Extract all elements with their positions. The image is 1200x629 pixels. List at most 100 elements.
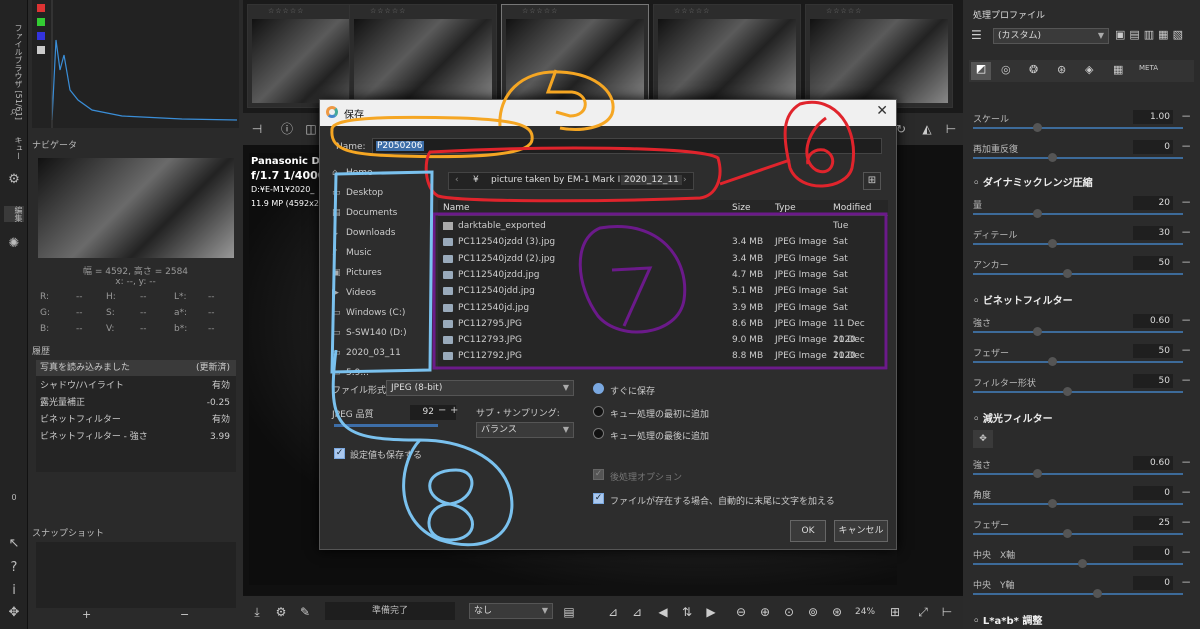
queue-options-checkbox[interactable]: ✓ — [593, 469, 604, 480]
drc_rows-row[interactable]: ディテール 30− — [973, 225, 1193, 248]
drc_rows-reset-button[interactable]: − — [1181, 255, 1191, 269]
file-row[interactable]: PC112540jdd.jpg 5.1 MB JPEG Image Sat — [438, 283, 888, 299]
grad_rows-row[interactable]: フェザー 25− — [973, 515, 1193, 538]
grad_rows-row[interactable]: 角度 0− — [973, 485, 1193, 508]
grad_rows-row[interactable]: 中央 Y軸 0− — [973, 575, 1193, 598]
queue-gear-icon[interactable]: ⚙ — [273, 604, 289, 620]
info-icon[interactable]: i — [6, 583, 22, 599]
place-item[interactable]: ⌂ Home — [332, 164, 432, 182]
column-name[interactable]: Name — [443, 203, 470, 213]
drc_rows-value[interactable]: 20 — [1133, 196, 1173, 210]
drc_rows-slider-knob[interactable] — [1063, 269, 1072, 278]
grad_rows-value[interactable]: 0.60 — [1133, 456, 1173, 470]
new-folder-icon[interactable]: ⊞ — [863, 172, 881, 190]
rows1-slider-track[interactable] — [973, 127, 1183, 129]
raw-tab-icon[interactable]: ▦ — [1113, 63, 1123, 76]
file-row[interactable]: PC112793.JPG 9.0 MB JPEG Image 11 Dec 2020 — [438, 332, 888, 361]
grad_rows-slider-knob[interactable] — [1063, 529, 1072, 538]
drc_rows-slider-track[interactable] — [973, 213, 1183, 215]
rows1-row[interactable]: 再加重反復 0− — [973, 139, 1193, 162]
grad_rows-slider-track[interactable] — [973, 593, 1183, 595]
crumb-current[interactable]: 2020_12_11 — [621, 175, 682, 185]
grad_rows-reset-button[interactable]: − — [1181, 485, 1191, 499]
exposure-tab-icon[interactable]: ◩ — [971, 62, 991, 80]
vignette_rows-row[interactable]: フィルター形状 50− — [973, 373, 1193, 396]
file-row[interactable]: PC112540jzdd (2).jpg 3.4 MB JPEG Image Sat — [438, 251, 888, 267]
grad_rows-row[interactable]: 中央 X軸 0− — [973, 545, 1193, 568]
advanced-tab-icon[interactable]: ⊛ — [1057, 63, 1066, 76]
grad_rows-slider-track[interactable] — [973, 503, 1183, 505]
remove-snapshot-button[interactable]: − — [180, 608, 189, 621]
vignette_rows-slider-knob[interactable] — [1048, 357, 1057, 366]
rows1-row[interactable]: スケール 1.00− — [973, 109, 1193, 132]
place-item[interactable]: ▣ Pictures — [332, 264, 432, 282]
file-row[interactable]: darktable_exported Tue — [438, 218, 888, 234]
crumb-root[interactable]: ¥ — [473, 175, 479, 185]
zoom-fit-icon[interactable]: ⊙ — [781, 604, 797, 620]
file-row[interactable]: PC112540jzdd (3).jpg 3.4 MB JPEG Image Sat — [438, 234, 888, 250]
navigator-preview[interactable] — [38, 158, 234, 258]
sync-icon[interactable]: ⇅ — [679, 604, 695, 620]
ok-button[interactable]: OK — [790, 520, 826, 542]
grad_rows-slider-knob[interactable] — [1048, 499, 1057, 508]
column-modified[interactable]: Modified — [833, 203, 871, 213]
help-icon[interactable]: ? — [6, 560, 22, 576]
history-item[interactable]: ビネットフィルター - 強さ 3.99 — [36, 429, 236, 445]
vignette_rows-reset-button[interactable]: − — [1181, 313, 1191, 327]
grad_rows-reset-button[interactable]: − — [1181, 575, 1191, 589]
info-circle-icon[interactable]: ⓘ — [279, 121, 295, 137]
save-icon[interactable]: ⤓ — [249, 604, 265, 620]
file-row[interactable]: PC112792.JPG 8.8 MB JPEG Image 11 Dec 2020 — [438, 348, 888, 368]
history-item[interactable]: 写真を読み込みました (更新済) — [36, 360, 236, 376]
next-image-icon[interactable]: ▶ — [703, 604, 719, 620]
film-thumbnail[interactable]: ☆☆☆☆☆ — [653, 4, 801, 108]
zoom-fill-icon[interactable]: ⊛ — [829, 604, 845, 620]
grad_rows-reset-button[interactable]: − — [1181, 515, 1191, 529]
filter-select[interactable]: なし ▼ — [469, 603, 553, 619]
aperture-icon[interactable]: ✺ — [6, 236, 22, 252]
drc_rows-slider-knob[interactable] — [1033, 209, 1042, 218]
zoom-in-icon[interactable]: ⊕ — [757, 604, 773, 620]
rows1-reset-button[interactable]: − — [1181, 139, 1191, 153]
rows1-reset-button[interactable]: − — [1181, 109, 1191, 123]
vignette_rows-value[interactable]: 50 — [1133, 374, 1173, 388]
vignette_rows-slider-knob[interactable] — [1033, 327, 1042, 336]
drc_rows-slider-knob[interactable] — [1048, 239, 1057, 248]
vignette_rows-reset-button[interactable]: − — [1181, 343, 1191, 357]
place-item[interactable]: ▶ Videos — [332, 284, 432, 302]
place-item[interactable]: ▭ S-SW140 (D:) — [332, 324, 432, 342]
history-item[interactable]: ビネットフィルター 有効 — [36, 412, 236, 428]
film-thumbnail-selected[interactable]: ☆☆☆☆☆ — [501, 4, 649, 108]
edit-tab[interactable]: 編集 — [4, 206, 24, 222]
place-item[interactable]: ▭ Desktop — [332, 184, 432, 202]
add-snapshot-button[interactable]: + — [82, 608, 91, 621]
panel-toggle-icon[interactable]: ⊢ — [943, 121, 959, 137]
jpeg-quality-slider[interactable] — [334, 424, 438, 427]
save-now-radio[interactable] — [593, 383, 604, 394]
detail-tab-icon[interactable]: ◎ — [1001, 63, 1011, 76]
place-item[interactable]: ▤ Documents — [332, 204, 432, 222]
rows1-slider-track[interactable] — [973, 157, 1183, 159]
vignette_rows-reset-button[interactable]: − — [1181, 373, 1191, 387]
drc_rows-slider-track[interactable] — [973, 243, 1183, 245]
crumb-folder[interactable]: picture taken by EM-1 Mark II — [491, 175, 623, 185]
file-row[interactable]: PC112540jd.jpg 3.9 MB JPEG Image Sat — [438, 300, 888, 316]
move-icon[interactable]: ✥ — [6, 605, 22, 621]
profile-list-icon[interactable]: ☰ — [971, 28, 987, 44]
file-row[interactable]: PC112540jzdd.jpg 4.7 MB JPEG Image Sat — [438, 267, 888, 283]
editor-icon[interactable]: ✎ — [297, 604, 313, 620]
sharpen-mask-icon[interactable]: ◭ — [919, 121, 935, 137]
vignette_rows-row[interactable]: フェザー 50− — [973, 343, 1193, 366]
file-row[interactable]: PC112795.JPG 8.6 MB JPEG Image 11 Dec 2020 — [438, 316, 888, 345]
lab-section-title[interactable]: ◦ L*a*b* 調整 — [973, 612, 1042, 627]
auto-suffix-checkbox[interactable]: ✓ — [593, 493, 604, 504]
profile-action-icons[interactable]: ▣▤▥▦▧ — [1115, 28, 1187, 41]
grad_rows-slider-knob[interactable] — [1033, 469, 1042, 478]
grad_rows-reset-button[interactable]: − — [1181, 455, 1191, 469]
grad_rows-value[interactable]: 0 — [1133, 576, 1173, 590]
profile-select[interactable]: (カスタム) ▼ — [993, 28, 1109, 44]
crop-icon[interactable]: ⊣ — [249, 121, 265, 137]
cancel-button[interactable]: キャンセル — [834, 520, 888, 542]
grad-edit-icon[interactable]: ✥ — [973, 430, 993, 448]
drc_rows-row[interactable]: 量 20− — [973, 195, 1193, 218]
